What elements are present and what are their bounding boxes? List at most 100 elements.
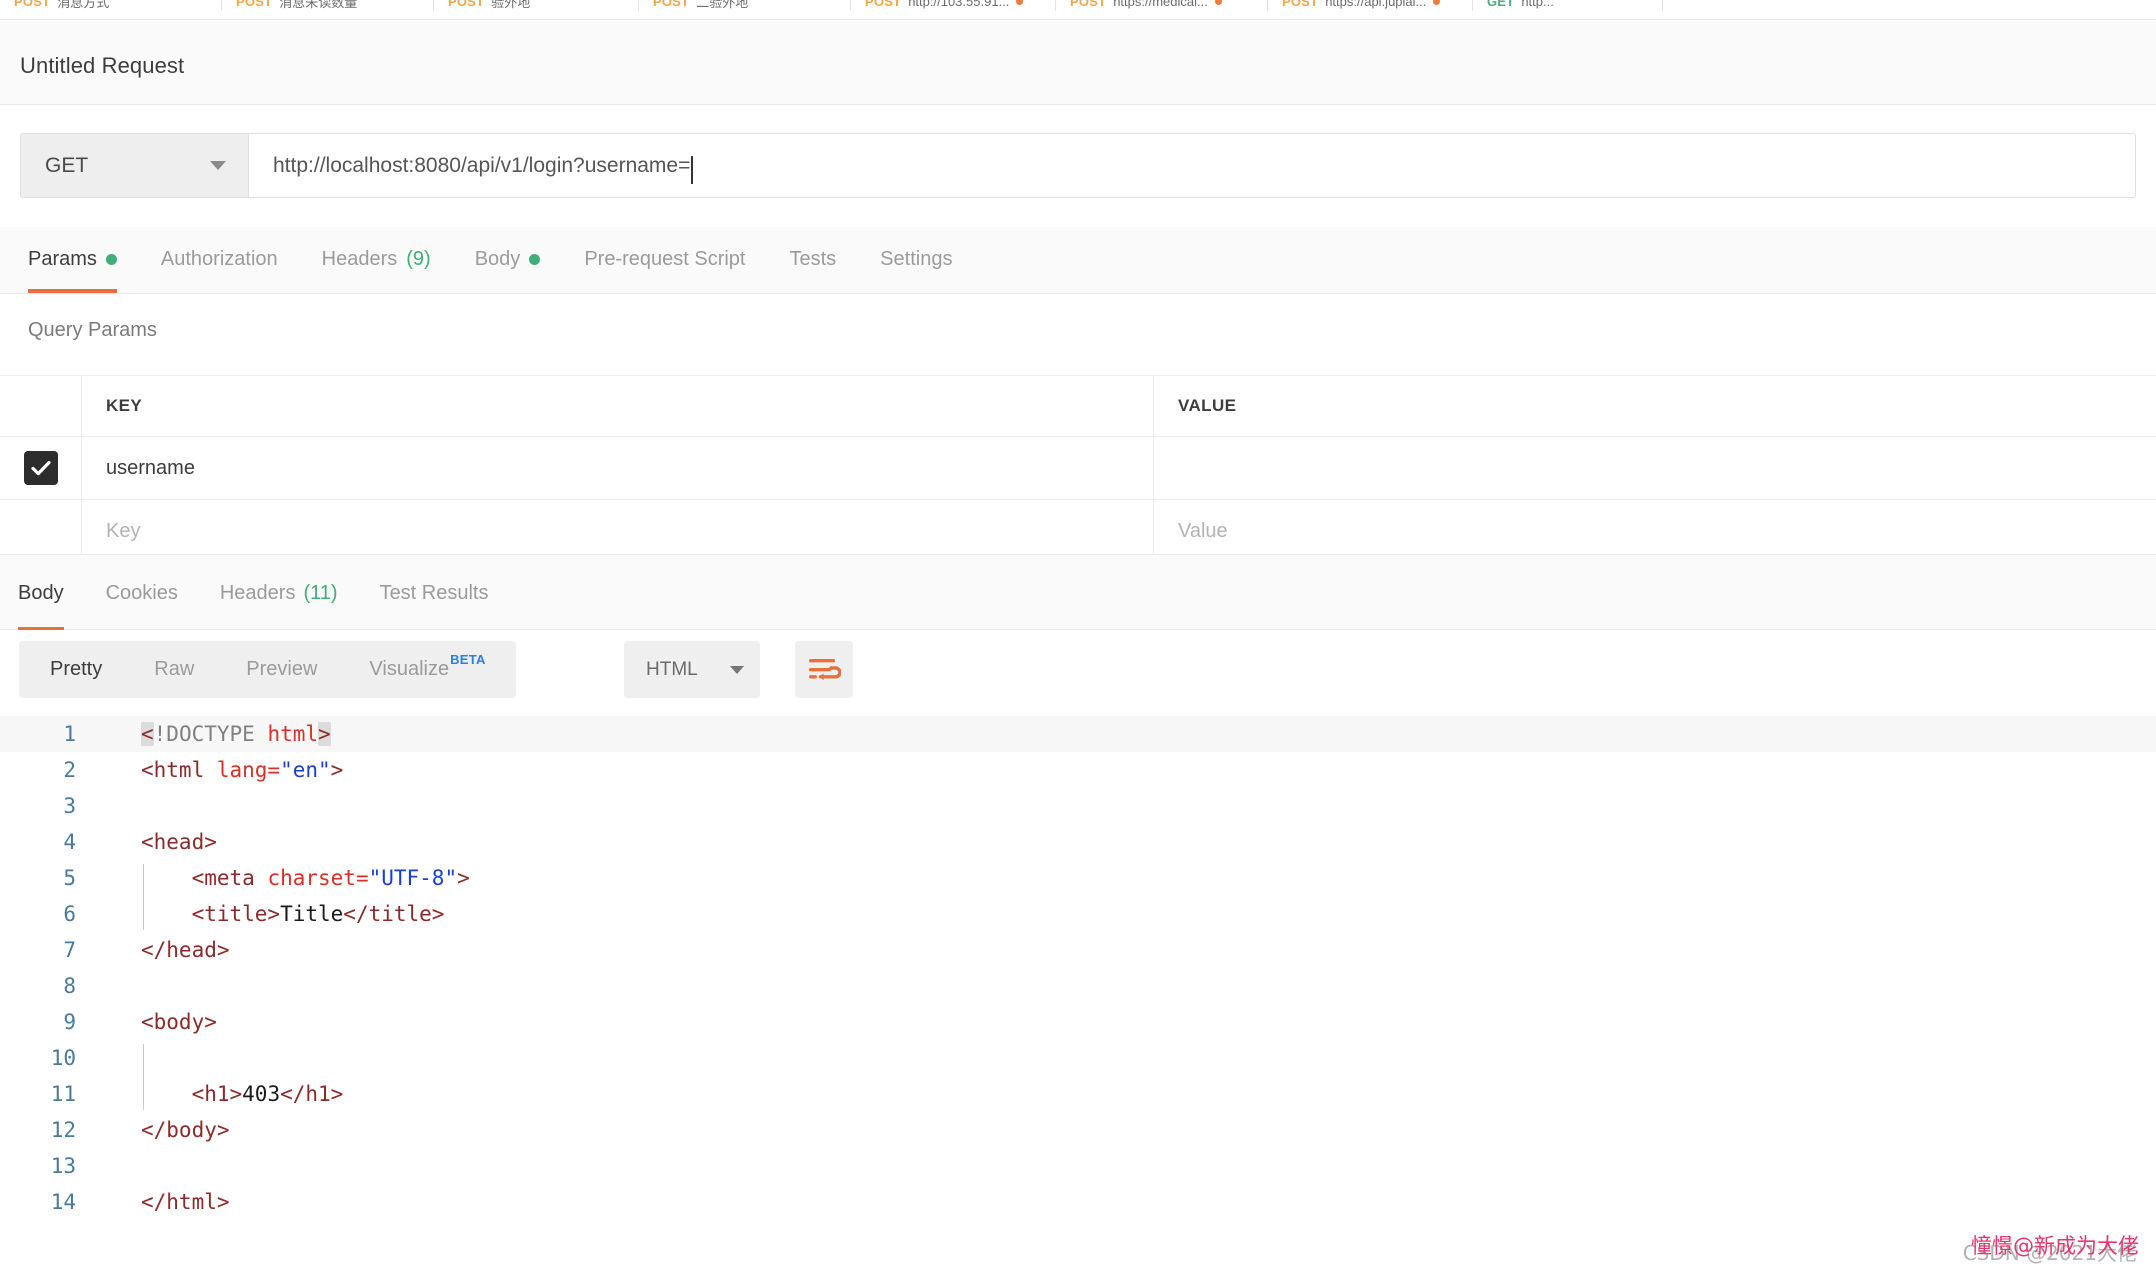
format-button-pretty[interactable]: Pretty [24, 646, 128, 693]
code-token: <body> [141, 1010, 217, 1034]
browser-tab-title: 二验外地 [696, 0, 749, 10]
param-value-input[interactable] [1154, 437, 2156, 499]
format-button-raw[interactable]: Raw [128, 646, 220, 693]
code-token: 403 [242, 1082, 281, 1106]
param-key-input[interactable]: username [82, 437, 1154, 499]
browser-tab[interactable]: POST https://api.jupiai... [1268, 0, 1473, 11]
format-button-label: Visualize [369, 658, 450, 680]
row-checkbox-cell[interactable] [0, 437, 82, 499]
tab-pre-request-script[interactable]: Pre-request Script [562, 226, 767, 293]
code-token: <html [141, 758, 217, 782]
word-wrap-toggle-button[interactable] [795, 641, 853, 698]
code-line: 3 [0, 788, 2156, 824]
response-tab-label: Headers [219, 581, 296, 604]
beta-badge: BETA [450, 652, 486, 667]
table-row: username [0, 437, 2156, 500]
checkbox-checked-icon[interactable] [23, 451, 58, 485]
format-button-preview[interactable]: Preview [220, 646, 343, 693]
page-title: Untitled Request [20, 53, 185, 78]
code-line: 13 [0, 1148, 2156, 1184]
code-line-text: <!DOCTYPE html> [98, 722, 331, 746]
code-token: </head> [141, 938, 230, 962]
param-key-value: username [106, 456, 195, 479]
code-token: Title [280, 902, 344, 926]
request-header-bar: Untitled Request [0, 20, 2156, 105]
response-tab-headers[interactable]: Headers (11) [199, 555, 359, 631]
browser-tab-title: https://medical... [1113, 0, 1208, 9]
http-method-select[interactable]: GET [20, 133, 248, 198]
browser-tab[interactable]: POST 消息方式 [0, 0, 222, 11]
response-viewer-toolbar: Pretty Raw Preview Visualize BETA HTML [0, 630, 2156, 716]
response-format-group: Pretty Raw Preview Visualize BETA [19, 641, 516, 698]
browser-tab-method: POST [236, 0, 273, 9]
line-number: 8 [63, 974, 76, 998]
code-line: 12 </body> [0, 1112, 2156, 1148]
browser-tab[interactable]: POST http://103.55.91... [851, 0, 1056, 11]
tab-tests[interactable]: Tests [767, 226, 858, 293]
format-button-visualize[interactable]: Visualize BETA [343, 646, 510, 693]
new-param-value-input[interactable]: Value [1154, 500, 2156, 562]
table-header-row: KEY VALUE [0, 376, 2156, 437]
query-params-section: Query Params KEY VALUE username Key Value [0, 294, 2156, 563]
line-number: 4 [63, 830, 76, 854]
line-number: 14 [50, 1190, 76, 1214]
tab-headers[interactable]: Headers (9) [300, 226, 453, 293]
query-params-title: Query Params [28, 319, 157, 341]
row-checkbox-cell[interactable] [0, 500, 82, 562]
tab-label: Headers [321, 248, 398, 270]
code-token: <title> [141, 902, 281, 926]
code-line-text: </body> [98, 1118, 230, 1142]
browser-tab-method: GET [1487, 0, 1515, 9]
code-token: <h1> [141, 1082, 243, 1106]
code-line: 7 </head> [0, 932, 2156, 968]
format-button-label: Preview [246, 658, 318, 680]
code-line-text: </html> [98, 1190, 230, 1214]
new-param-key-input[interactable]: Key [82, 500, 1154, 562]
response-language-select[interactable]: HTML [624, 641, 760, 698]
browser-tab[interactable]: POST https://medical... [1056, 0, 1268, 11]
browser-tab-method: POST [14, 0, 51, 9]
line-number: 5 [63, 866, 76, 890]
browser-tab[interactable]: POST 验外地 [434, 0, 639, 11]
tab-body[interactable]: Body [453, 226, 563, 293]
browser-tab[interactable]: POST 消息未读数量 [222, 0, 434, 11]
url-input-value: http://localhost:8080/api/v1/login?usern… [273, 153, 691, 177]
status-dot-icon [105, 254, 117, 265]
chevron-down-icon [210, 161, 226, 170]
tab-label: Authorization [160, 248, 278, 270]
code-line-text [98, 794, 154, 818]
line-number: 6 [63, 902, 76, 926]
format-button-label: Pretty [50, 658, 103, 680]
line-number: 2 [63, 758, 76, 782]
code-token: "UTF-8" [368, 866, 458, 890]
code-token: html [267, 722, 319, 746]
response-tab-label: Test Results [379, 581, 489, 604]
response-tab-label: Body [18, 581, 64, 604]
url-input[interactable]: http://localhost:8080/api/v1/login?usern… [248, 133, 2136, 198]
response-language-label: HTML [646, 658, 698, 680]
response-tabs-bar: Body Cookies Headers (11) Test Results [0, 554, 2156, 631]
tab-authorization[interactable]: Authorization [139, 226, 300, 293]
request-tab-strip[interactable]: POST 消息方式 POST 消息未读数量 POST 验外地 POST 二验外地 POST htt… [0, 0, 2156, 20]
code-token: > [318, 722, 331, 746]
response-tab-label: Cookies [105, 581, 178, 604]
browser-tab-title: http... [1521, 0, 1554, 9]
browser-tab-title: 消息方式 [57, 0, 110, 10]
tab-params[interactable]: Params [28, 226, 139, 293]
code-token: </title> [343, 902, 445, 926]
browser-tab[interactable]: POST 二验外地 [639, 0, 851, 11]
response-tab-cookies[interactable]: Cookies [85, 555, 199, 631]
tab-settings[interactable]: Settings [858, 226, 974, 293]
response-tab-test-results[interactable]: Test Results [359, 555, 510, 631]
response-code-editor[interactable]: 1 <!DOCTYPE html> 2 <html lang="en"> 3 4 <hea… [0, 716, 2156, 1276]
code-token: lang= [216, 758, 281, 782]
code-line: 2 <html lang="en"> [0, 752, 2156, 788]
browser-tab-title: https://api.jupiai... [1325, 0, 1427, 9]
response-section: Body Cookies Headers (11) Test Results Prett… [0, 554, 2156, 1276]
browser-tab[interactable]: GET http... [1473, 0, 1663, 11]
response-tab-body[interactable]: Body [18, 555, 85, 631]
code-token: < [141, 722, 154, 746]
code-token: charset= [267, 866, 369, 890]
response-tabs: Body Cookies Headers (11) Test Results [18, 555, 510, 631]
code-line-text: </head> [98, 938, 230, 962]
